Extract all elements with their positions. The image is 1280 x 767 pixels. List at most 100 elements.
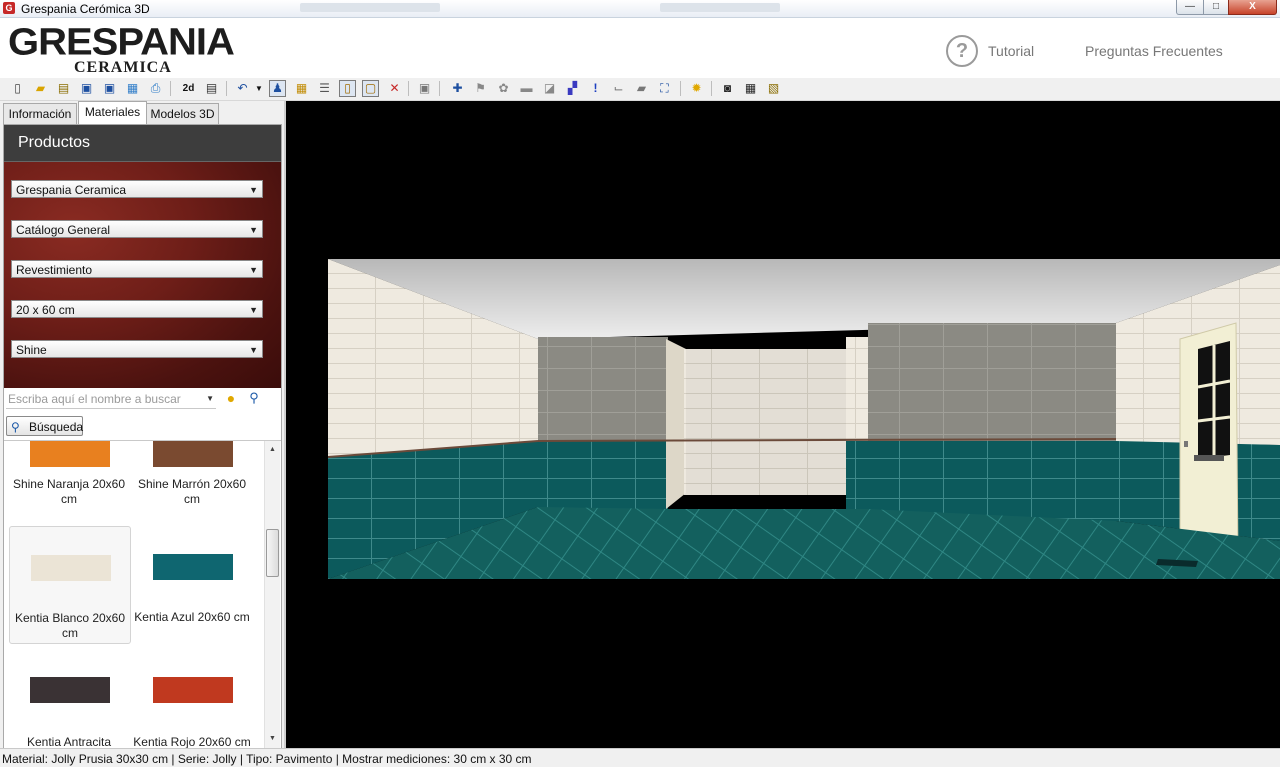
catalog-select-value: Catálogo General (16, 223, 111, 237)
faq-link[interactable]: Preguntas Frecuentes (1085, 43, 1223, 59)
product-swatch (30, 441, 110, 467)
person-view-icon[interactable]: ♟ (269, 80, 286, 97)
scroll-up-icon[interactable]: ▲ (265, 443, 280, 457)
product-swatch (31, 555, 111, 581)
catalog-select[interactable]: Catálogo General ▼ (11, 220, 263, 238)
print-preview-icon[interactable]: ▦ (124, 80, 141, 97)
header: GRESPANIA CERAMICA ? Tutorial Preguntas … (0, 18, 1280, 78)
products-header: Productos (4, 125, 281, 162)
search-placeholder: Escriba aquí el nombre a buscar (8, 392, 181, 406)
logo-subtitle: CERAMICA (74, 59, 172, 76)
maximize-button[interactable]: □ (1203, 0, 1229, 15)
manufacturer-select-value: Grespania Ceramica (16, 183, 127, 197)
product-swatch (153, 677, 233, 703)
type-select-value: Revestimiento (16, 263, 93, 277)
series-select[interactable]: Shine ▼ (11, 340, 263, 358)
product-item[interactable]: Kentia Antracita 20x60 (9, 651, 129, 750)
wall-icon[interactable]: ☰ (316, 80, 333, 97)
toolbar-separator (170, 81, 171, 96)
new-file-icon[interactable]: ▯ (9, 80, 26, 97)
undo-dropdown-icon[interactable]: ▼ (255, 80, 263, 97)
save-as-icon[interactable]: ▣ (101, 80, 118, 97)
fit-view-icon[interactable]: ⛶ (656, 80, 673, 97)
title-bar: G Grespania Cerómica 3D — □ X (0, 0, 1280, 18)
sink-icon[interactable]: ◪ (541, 80, 558, 97)
size-select[interactable]: 20 x 60 cm ▼ (11, 300, 263, 318)
chevron-down-icon[interactable]: ▼ (204, 390, 214, 408)
plant-icon[interactable]: ✿ (495, 80, 512, 97)
search-button[interactable]: ⚲ Búsqueda (6, 416, 83, 436)
render-icon[interactable]: ▧ (765, 80, 782, 97)
camera-icon[interactable]: ◙ (719, 80, 736, 97)
product-swatch (30, 677, 110, 703)
products-filter-area: Grespania Ceramica ▼ Catálogo General ▼ … (4, 162, 281, 388)
product-label: Kentia Blanco 20x60 cm (14, 611, 126, 640)
print-icon[interactable]: ⎙ (147, 80, 164, 97)
logo: GRESPANIA (8, 21, 235, 63)
chevron-down-icon: ▼ (249, 225, 258, 235)
search-input[interactable]: Escriba aquí el nombre a buscar ▼ (6, 390, 216, 409)
measure-icon[interactable]: ! (587, 80, 604, 97)
flag-icon[interactable]: ⚑ (472, 80, 489, 97)
toolbar-separator (711, 81, 712, 96)
tab-materiales[interactable]: Materiales (78, 101, 147, 124)
toolbar-separator (439, 81, 440, 96)
2d-view-icon[interactable]: 2d (180, 80, 197, 97)
comment-icon[interactable]: ▰ (633, 80, 650, 97)
size-select-value: 20 x 60 cm (16, 303, 75, 317)
3d-viewport[interactable] (286, 101, 1280, 748)
tutorial-link[interactable]: Tutorial (988, 43, 1034, 59)
manufacturer-select[interactable]: Grespania Ceramica ▼ (11, 180, 263, 198)
tab-modelos-3d[interactable]: Modelos 3D (146, 103, 219, 124)
product-label: Shine Marrón 20x60 cm (137, 477, 247, 506)
close-button[interactable]: X (1228, 0, 1277, 15)
product-grid: Shine Naranja 20x60 cm Shine Marrón 20x6… (4, 440, 281, 750)
open-project-icon[interactable]: ▤ (55, 80, 72, 97)
open-folder-icon[interactable]: ▰ (32, 80, 49, 97)
product-swatch (153, 554, 233, 580)
tiles-icon[interactable]: ▞ (564, 80, 581, 97)
window-title: Grespania Cerómica 3D (21, 2, 150, 16)
toolbar-separator (226, 81, 227, 96)
minimize-button[interactable]: — (1176, 0, 1204, 15)
toolbar-separator (680, 81, 681, 96)
room-3d-render (328, 259, 1280, 579)
scroll-down-icon[interactable]: ▼ (265, 732, 280, 746)
select-icon[interactable]: ▣ (416, 80, 433, 97)
help-icon[interactable]: ? (946, 35, 978, 67)
status-text: Material: Jolly Prusia 30x30 cm | Serie:… (2, 752, 532, 766)
title-bar-ghost (300, 3, 440, 12)
status-bar: Material: Jolly Prusia 30x30 cm | Serie:… (0, 748, 1280, 767)
light-icon[interactable]: ✹ (688, 80, 705, 97)
chevron-down-icon: ▼ (249, 265, 258, 275)
add-object-icon[interactable]: ✚ (449, 80, 466, 97)
lightbulb-icon[interactable]: ● (224, 390, 238, 408)
materials-panel: Productos Grespania Ceramica ▼ Catálogo … (3, 124, 282, 750)
toolbar: ▯ ▰ ▤ ▣ ▣ ▦ ⎙ 2d ▤ ↶ ▼ ♟ ▦ ☰ ▯ ▢ ✕ ▣ ✚ ⚑… (0, 78, 1280, 101)
window-icon[interactable]: ▢ (362, 80, 379, 97)
search-icon[interactable]: ⚲ (246, 390, 262, 408)
toolbar-separator (408, 81, 409, 96)
report-icon[interactable]: ▤ (203, 80, 220, 97)
product-item[interactable]: Kentia Blanco 20x60 cm (9, 526, 131, 644)
product-grid-scrollbar[interactable]: ▲ ▼ (264, 441, 280, 750)
product-swatch (153, 441, 233, 467)
chevron-down-icon: ▼ (249, 345, 258, 355)
chevron-down-icon: ▼ (249, 305, 258, 315)
film-icon[interactable]: ▦ (742, 80, 759, 97)
save-icon[interactable]: ▣ (78, 80, 95, 97)
app-icon: G (3, 2, 15, 14)
product-item[interactable]: Kentia Rojo 20x60 cm (132, 651, 252, 750)
product-item[interactable]: Kentia Azul 20x60 cm (132, 526, 252, 642)
scrollbar-thumb[interactable] (266, 529, 279, 577)
undo-icon[interactable]: ↶ (234, 80, 251, 97)
dimension-icon[interactable]: ⌙ (610, 80, 627, 97)
cabinet-icon[interactable]: ▬ (518, 80, 535, 97)
door-icon[interactable]: ▯ (339, 80, 356, 97)
grid-icon[interactable]: ▦ (293, 80, 310, 97)
delete-icon[interactable]: ✕ (386, 80, 403, 97)
tab-informacion[interactable]: Información (3, 103, 77, 124)
series-select-value: Shine (16, 343, 47, 357)
type-select[interactable]: Revestimiento ▼ (11, 260, 263, 278)
product-label: Shine Naranja 20x60 cm (12, 477, 126, 506)
